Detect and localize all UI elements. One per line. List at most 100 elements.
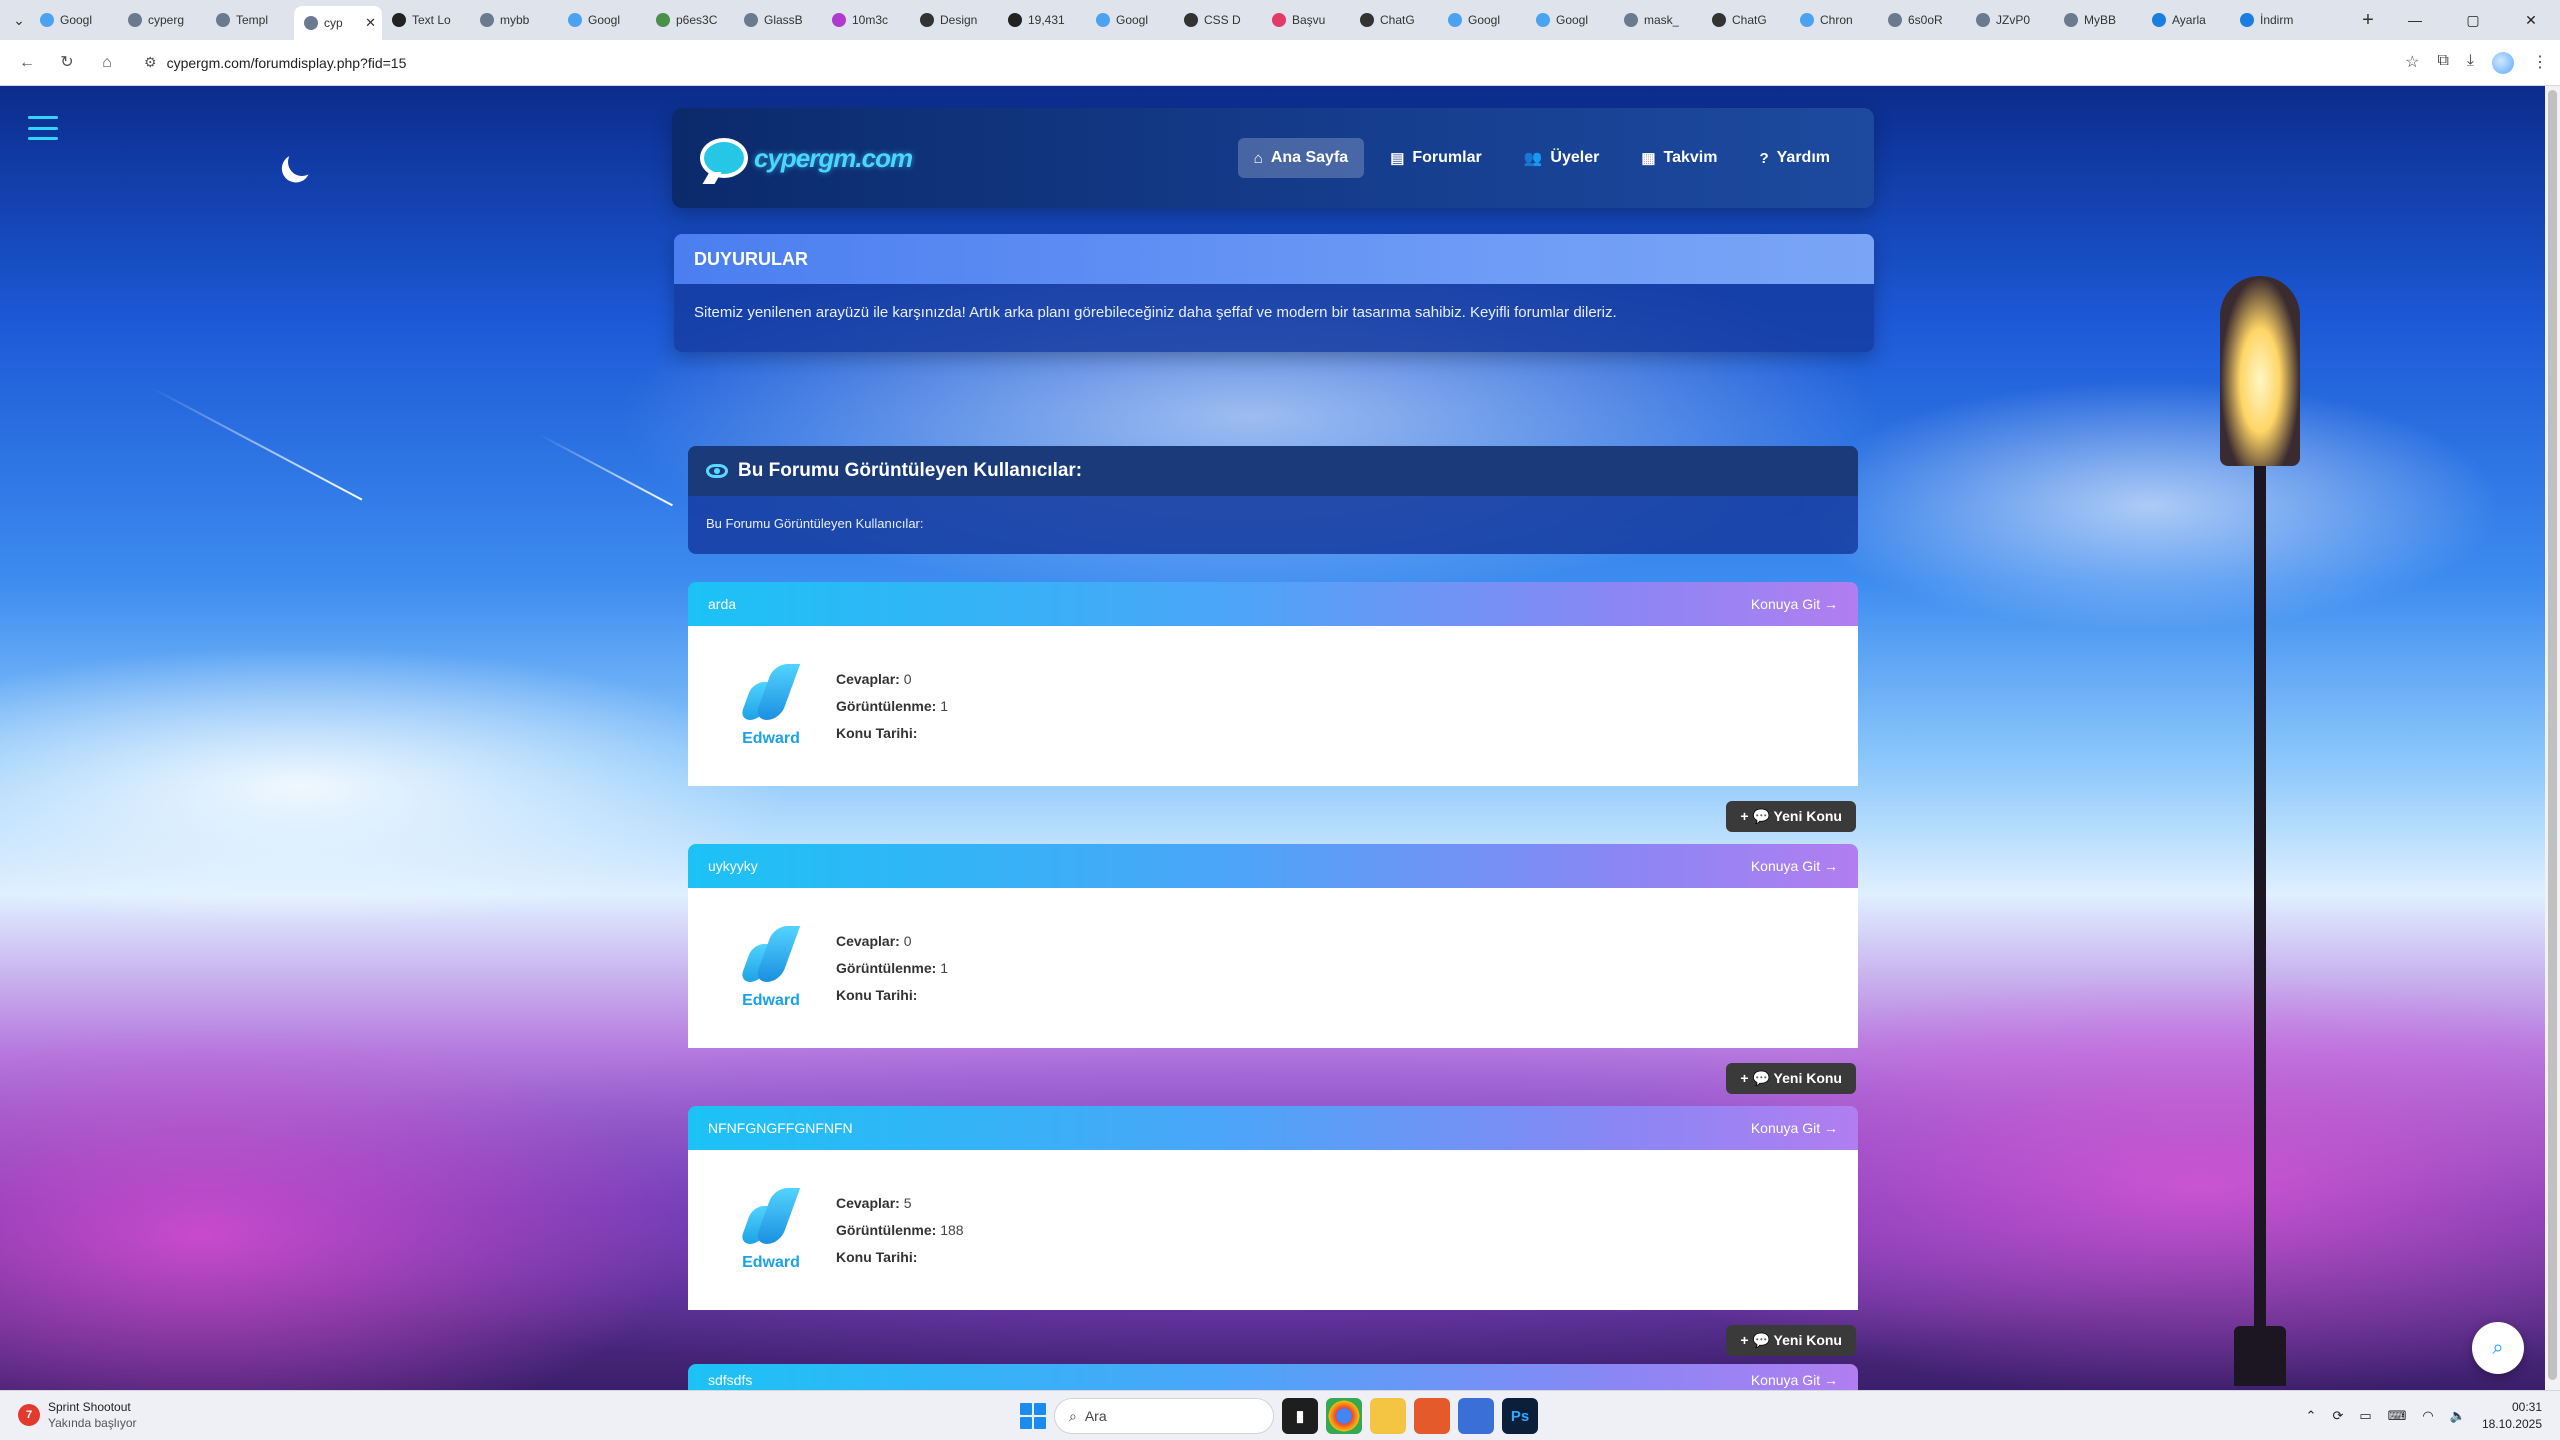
goto-thread-link[interactable]: Konuya Git → <box>1751 1372 1838 1388</box>
nav-item[interactable]: ⌂ Ana Sayfa <box>1237 138 1365 178</box>
browser-tab[interactable]: 6s0oR <box>1878 4 1966 36</box>
goto-thread-link[interactable]: Konuya Git → <box>1751 1120 1838 1136</box>
file-explorer-icon[interactable] <box>1370 1398 1406 1434</box>
browser-tab[interactable]: ChatG <box>1702 4 1790 36</box>
nav-item[interactable]: 👥 Üyeler <box>1508 138 1616 178</box>
tab-favicon-icon <box>1448 13 1462 27</box>
browser-menu-icon[interactable]: ⋮ <box>2532 52 2548 74</box>
profile-avatar[interactable] <box>2492 51 2514 74</box>
site-info-icon[interactable]: ⚙ <box>144 54 157 71</box>
reload-button[interactable]: ↻ <box>52 48 82 78</box>
task-view-icon[interactable]: ▮ <box>1282 1398 1318 1434</box>
street-lamp-decoration <box>2200 276 2320 1386</box>
extensions-icon[interactable]: ⧉ <box>2437 52 2448 74</box>
new-topic-button[interactable]: + 💬 Yeni Konu <box>1726 1324 1856 1356</box>
thread-title[interactable]: sdfsdfs <box>708 1372 752 1388</box>
back-button[interactable]: ← <box>12 48 42 78</box>
viewers-title: Bu Forumu Görüntüleyen Kullanıcılar: <box>738 460 1083 481</box>
goto-thread-link[interactable]: Konuya Git → <box>1751 596 1838 612</box>
thread-title[interactable]: arda <box>708 596 736 612</box>
browser-tab[interactable]: cyperg <box>118 4 206 36</box>
author-name[interactable]: Edward <box>742 730 800 748</box>
tab-label: Chron <box>1820 13 1853 27</box>
tray-chevron-icon[interactable]: ⌃ <box>2306 1408 2317 1424</box>
hamburger-menu-icon[interactable] <box>28 116 58 140</box>
tab-list-chevron-icon[interactable]: ⌄ <box>8 12 30 29</box>
browser-tab[interactable]: p6es3C <box>646 4 734 36</box>
nav-item[interactable]: ▤ Forumlar <box>1374 138 1498 178</box>
browser-tab[interactable]: MyBB <box>2054 4 2142 36</box>
browser-tab[interactable]: Googl <box>558 4 646 36</box>
browser-tab[interactable]: Ayarla <box>2142 4 2230 36</box>
page-scrollbar[interactable] <box>2545 86 2560 1390</box>
browser-tab[interactable]: JZvP0 <box>1966 4 2054 36</box>
photoshop-icon[interactable]: Ps <box>1502 1398 1538 1434</box>
browser-tab[interactable]: ChatG <box>1350 4 1438 36</box>
browser-tab[interactable]: Googl <box>1086 4 1174 36</box>
thread-title[interactable]: NFNFGNGFFGNFNFN <box>708 1120 853 1136</box>
wifi-icon[interactable]: ◠ <box>2422 1408 2433 1424</box>
site-logo[interactable]: cypergm.com <box>700 138 913 178</box>
new-topic-button[interactable]: + 💬 Yeni Konu <box>1726 1062 1856 1094</box>
notepad-icon[interactable] <box>1458 1398 1494 1434</box>
browser-tab[interactable]: Googl <box>1526 4 1614 36</box>
thread-header[interactable]: uykyyky Konuya Git → <box>688 844 1858 888</box>
replies-value: 0 <box>903 670 912 687</box>
news-widget[interactable]: 7 Sprint Shootout Yakında başlıyor <box>18 1399 137 1431</box>
browser-tab[interactable]: GlassB <box>734 4 822 36</box>
thread-author[interactable]: Edward <box>736 664 806 748</box>
author-name[interactable]: Edward <box>742 1254 800 1272</box>
chrome-app-icon[interactable] <box>1326 1398 1362 1434</box>
thread-header[interactable]: sdfsdfs Konuya Git → <box>688 1364 1858 1390</box>
thread-author[interactable]: Edward <box>736 1188 806 1272</box>
thread-title[interactable]: uykyyky <box>708 858 758 874</box>
close-window-button[interactable]: ✕ <box>2502 12 2560 29</box>
tray-sync-icon[interactable]: ⟳ <box>2332 1408 2343 1424</box>
browser-tab[interactable]: Text Lo <box>382 4 470 36</box>
browser-tab[interactable]: Chron <box>1790 4 1878 36</box>
nav-item[interactable]: ▦ Takvim <box>1625 138 1733 178</box>
browser-tab[interactable]: cyp ✕ <box>294 6 382 40</box>
author-name[interactable]: Edward <box>742 992 800 1010</box>
new-tab-button[interactable]: + <box>2350 9 2386 32</box>
minimize-button[interactable]: — <box>2386 12 2444 29</box>
browser-tab[interactable]: 19,431 <box>998 4 1086 36</box>
url-field[interactable]: ⚙ cypergm.com/forumdisplay.php?fid=15 <box>132 46 2292 80</box>
close-tab-icon[interactable]: ✕ <box>365 15 376 31</box>
browser-tab[interactable]: mybb <box>470 4 558 36</box>
tab-label: ChatG <box>1380 13 1415 27</box>
search-fab-button[interactable]: ⌕ <box>2472 1322 2524 1374</box>
app-icon[interactable] <box>1414 1398 1450 1434</box>
new-topic-button[interactable]: + 💬 Yeni Konu <box>1726 800 1856 832</box>
browser-tab[interactable]: Başvu <box>1262 4 1350 36</box>
date-label: Konu Tarihi: <box>836 986 918 1003</box>
browser-tab[interactable]: Googl <box>30 4 118 36</box>
tray-keyboard-icon[interactable]: ⌨ <box>2388 1408 2407 1424</box>
taskbar-search-box[interactable]: ⌕ Ara <box>1054 1398 1274 1434</box>
tray-display-icon[interactable]: ▭ <box>2359 1408 2371 1424</box>
browser-tab[interactable]: Templ <box>206 4 294 36</box>
thread-author[interactable]: Edward <box>736 926 806 1010</box>
goto-thread-link[interactable]: Konuya Git → <box>1751 858 1838 874</box>
home-button[interactable]: ⌂ <box>92 48 122 78</box>
thread-header[interactable]: arda Konuya Git → <box>688 582 1858 626</box>
nav-item[interactable]: ? Yardım <box>1743 138 1846 178</box>
tab-label: mybb <box>500 13 530 27</box>
thread-card: arda Konuya Git → Edward Cevaplar: 0 Görüntü… <box>688 582 1858 846</box>
forums-icon: ▤ <box>1390 150 1405 167</box>
browser-tab[interactable]: mask_ <box>1614 4 1702 36</box>
browser-tab[interactable]: İndirm <box>2230 4 2318 36</box>
browser-tab[interactable]: Design <box>910 4 998 36</box>
tab-favicon-icon <box>1536 13 1550 27</box>
volume-icon[interactable]: 🔈 <box>2450 1408 2466 1424</box>
logo-text: cypergm.com <box>754 142 913 173</box>
browser-tab[interactable]: Googl <box>1438 4 1526 36</box>
browser-tab[interactable]: CSS D <box>1174 4 1262 36</box>
bookmark-star-icon[interactable]: ☆ <box>2405 52 2419 74</box>
downloads-icon[interactable]: ⤓ <box>2467 52 2474 74</box>
taskbar-clock[interactable]: 00:31 18.10.2025 <box>2482 1399 2542 1433</box>
maximize-button[interactable]: ▢ <box>2444 12 2502 29</box>
browser-tab[interactable]: 10m3c <box>822 4 910 36</box>
windows-start-icon[interactable] <box>1020 1403 1046 1429</box>
thread-header[interactable]: NFNFGNGFFGNFNFN Konuya Git → <box>688 1106 1858 1150</box>
